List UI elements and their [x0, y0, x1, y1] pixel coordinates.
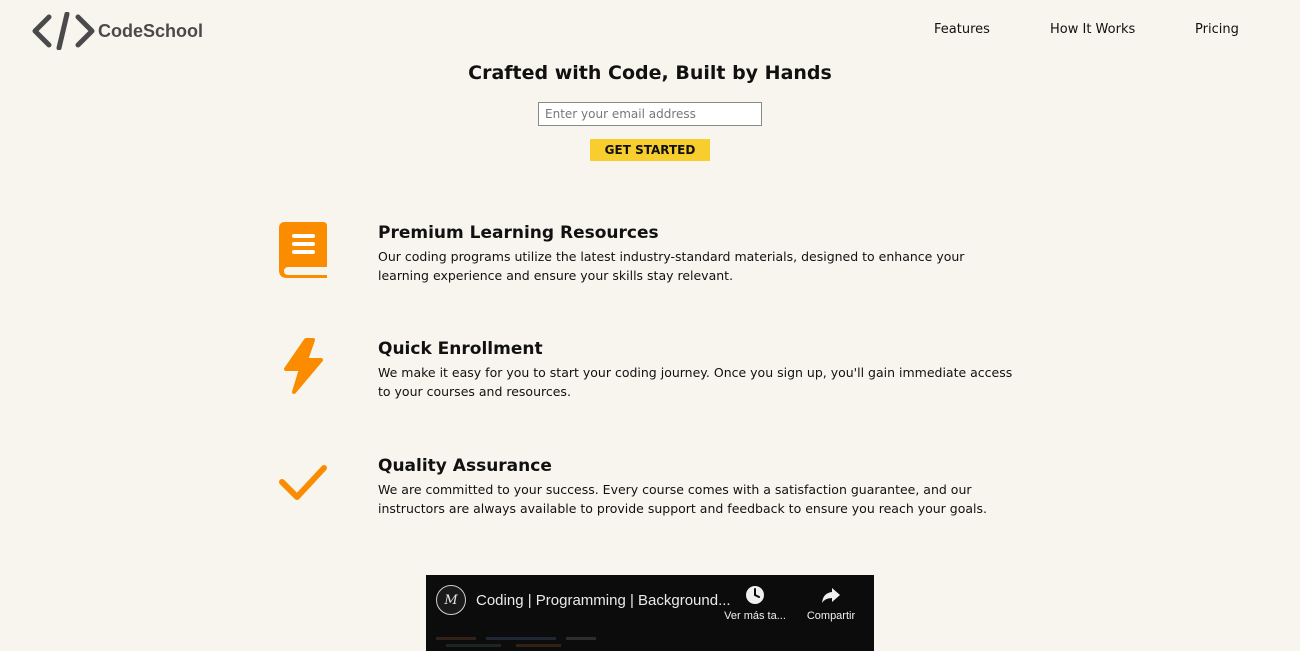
video-title[interactable]: Coding | Programming | Background...	[476, 592, 731, 609]
channel-avatar[interactable]: M	[436, 585, 466, 615]
feature-description: Our coding programs utilize the latest i…	[378, 249, 965, 283]
page: CodeSchool Features How It Works Pricing…	[0, 0, 1300, 651]
watch-later-button[interactable]: Ver más ta...	[722, 585, 788, 622]
feature-title: Premium Learning Resources	[378, 223, 659, 243]
main-nav: Features How It Works Pricing	[0, 22, 1300, 40]
book-icon	[279, 222, 327, 278]
video-embed[interactable]: M Coding | Programming | Background... V…	[426, 575, 874, 651]
video-background-texture	[436, 637, 596, 647]
get-started-button[interactable]: GET STARTED	[590, 139, 710, 161]
share-button[interactable]: Compartir	[800, 585, 862, 622]
share-arrow-icon	[822, 588, 840, 603]
clock-icon	[746, 586, 764, 604]
nav-link-how-it-works[interactable]: How It Works	[1050, 22, 1135, 37]
nav-link-pricing[interactable]: Pricing	[1195, 22, 1239, 37]
hero-title: Crafted with Code, Built by Hands	[468, 62, 832, 84]
share-label: Compartir	[806, 610, 856, 622]
feature-title: Quality Assurance	[378, 456, 552, 476]
email-input[interactable]	[538, 102, 762, 126]
feature-title: Quick Enrollment	[378, 339, 543, 359]
checkmark-icon	[279, 465, 327, 500]
watch-later-label: Ver más ta...	[724, 610, 786, 622]
feature-description: We are committed to your success. Every …	[378, 482, 987, 516]
nav-link-features[interactable]: Features	[934, 22, 990, 37]
feature-description: We make it easy for you to start your co…	[378, 365, 1013, 399]
lightning-bolt-icon	[284, 338, 323, 394]
